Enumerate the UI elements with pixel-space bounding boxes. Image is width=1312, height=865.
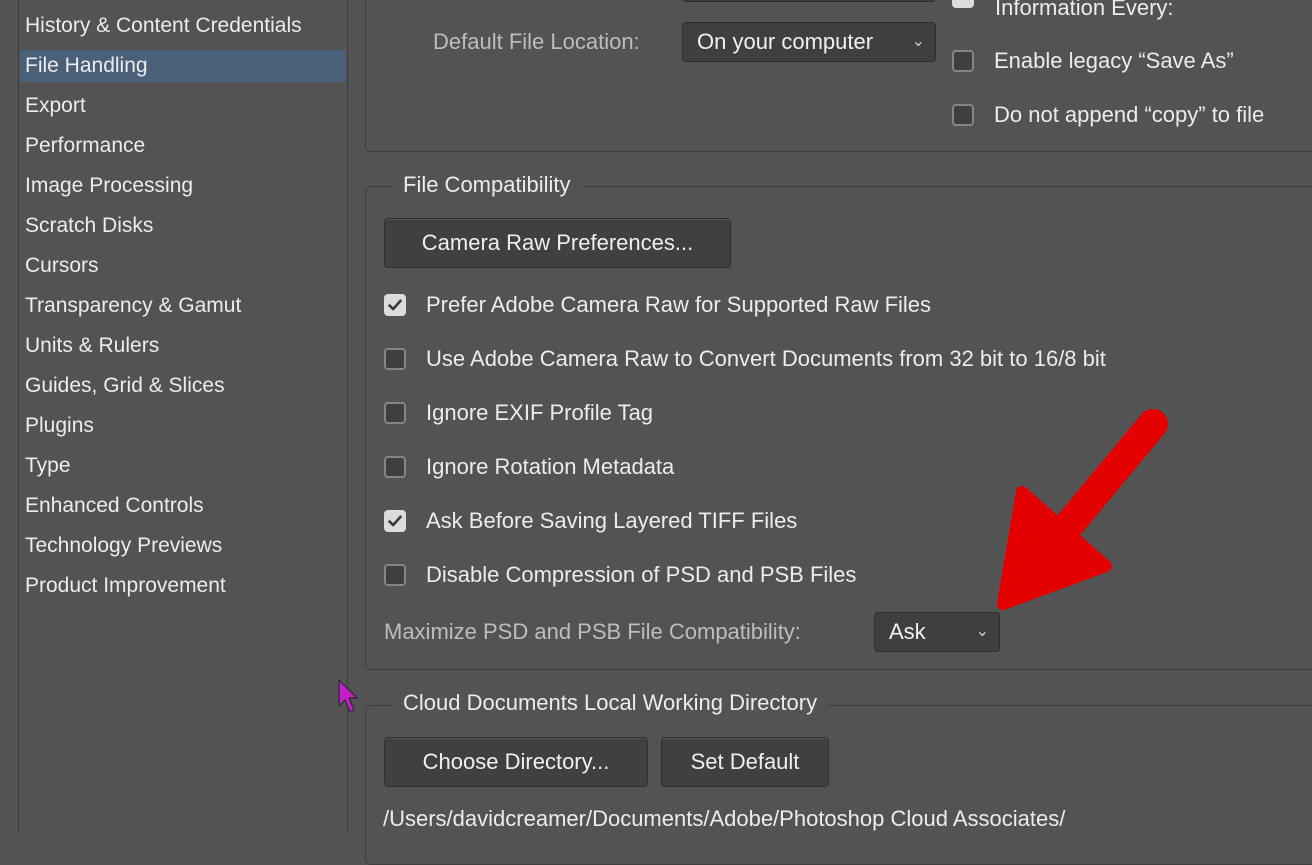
- cloud-documents-title: Cloud Documents Local Working Directory: [393, 690, 828, 716]
- cloud-directory-path: /Users/davidcreamer/Documents/Adobe/Phot…: [383, 806, 1066, 831]
- maximize-compatibility-dropdown[interactable]: Ask ⌄: [874, 612, 1000, 652]
- chevron-down-icon: ⌄: [975, 623, 989, 640]
- sidebar-item-guides-grid-slices[interactable]: Guides, Grid & Slices: [20, 370, 346, 402]
- no-append-copy-option[interactable]: Do not append “copy” to file: [952, 97, 1264, 133]
- sidebar-item-export[interactable]: Export: [20, 90, 346, 122]
- file-compatibility-title: File Compatibility: [393, 172, 581, 198]
- disable-psd-compression-label: Disable Compression of PSD and PSB Files: [426, 562, 857, 587]
- ignore-rotation-metadata-option[interactable]: Ignore Rotation Metadata: [384, 449, 674, 485]
- checkmark-icon: [388, 515, 402, 527]
- maximize-compatibility-label: Maximize PSD and PSB File Compatibility:: [384, 619, 801, 644]
- chevron-down-icon: ⌄: [911, 33, 925, 50]
- partial-dropdown[interactable]: [682, 0, 936, 2]
- partial-checkbox[interactable]: [952, 0, 974, 8]
- enable-legacy-save-as-option[interactable]: Enable legacy “Save As”: [952, 43, 1234, 79]
- default-file-location-dropdown[interactable]: On your computer ⌄: [682, 22, 936, 62]
- information-every-label: Information Every:: [995, 0, 1174, 20]
- checkmark-icon: [388, 299, 402, 311]
- enable-legacy-save-as-checkbox[interactable]: [952, 50, 974, 72]
- sidebar-item-product-improvement[interactable]: Product Improvement: [20, 570, 346, 602]
- sidebar-item-technology-previews[interactable]: Technology Previews: [20, 530, 346, 562]
- preferences-sidebar: History & Content Credentials File Handl…: [18, 0, 348, 834]
- sidebar-item-image-processing[interactable]: Image Processing: [20, 170, 346, 202]
- ignore-rotation-metadata-label: Ignore Rotation Metadata: [426, 454, 675, 479]
- ask-before-saving-tiff-checkbox[interactable]: [384, 510, 406, 532]
- prefer-camera-raw-checkbox[interactable]: [384, 294, 406, 316]
- choose-directory-button[interactable]: Choose Directory...: [384, 737, 648, 787]
- default-file-location-value: On your computer: [697, 29, 874, 54]
- sidebar-item-scratch-disks[interactable]: Scratch Disks: [20, 210, 346, 242]
- ignore-exif-profile-checkbox[interactable]: [384, 402, 406, 424]
- prefer-camera-raw-label: Prefer Adobe Camera Raw for Supported Ra…: [426, 292, 932, 317]
- no-append-copy-checkbox[interactable]: [952, 104, 974, 126]
- ignore-rotation-metadata-checkbox[interactable]: [384, 456, 406, 478]
- disable-psd-compression-checkbox[interactable]: [384, 564, 406, 586]
- ask-before-saving-tiff-option[interactable]: Ask Before Saving Layered TIFF Files: [384, 503, 797, 539]
- ask-before-saving-tiff-label: Ask Before Saving Layered TIFF Files: [426, 508, 798, 533]
- camera-raw-convert-32bit-option[interactable]: Use Adobe Camera Raw to Convert Document…: [384, 341, 1106, 377]
- sidebar-item-enhanced-controls[interactable]: Enhanced Controls: [20, 490, 346, 522]
- default-file-location-label: Default File Location:: [433, 29, 640, 54]
- sidebar-item-type[interactable]: Type: [20, 450, 346, 482]
- sidebar-item-plugins[interactable]: Plugins: [20, 410, 346, 442]
- sidebar-item-performance[interactable]: Performance: [20, 130, 346, 162]
- file-handling-panel: Information Every: Default File Location…: [347, 0, 1312, 865]
- sidebar-item-transparency-gamut[interactable]: Transparency & Gamut: [20, 290, 346, 322]
- set-default-button[interactable]: Set Default: [661, 737, 829, 787]
- enable-legacy-save-as-label: Enable legacy “Save As”: [994, 48, 1234, 73]
- sidebar-item-cursors[interactable]: Cursors: [20, 250, 346, 282]
- camera-raw-convert-32bit-checkbox[interactable]: [384, 348, 406, 370]
- camera-raw-preferences-button[interactable]: Camera Raw Preferences...: [384, 218, 731, 268]
- camera-raw-convert-32bit-label: Use Adobe Camera Raw to Convert Document…: [426, 346, 1106, 371]
- maximize-compatibility-value: Ask: [889, 619, 926, 644]
- ignore-exif-profile-label: Ignore EXIF Profile Tag: [426, 400, 654, 425]
- disable-psd-compression-option[interactable]: Disable Compression of PSD and PSB Files: [384, 557, 856, 593]
- sidebar-item-units-rulers[interactable]: Units & Rulers: [20, 330, 346, 362]
- ignore-exif-profile-option[interactable]: Ignore EXIF Profile Tag: [384, 395, 653, 431]
- sidebar-item-history-content-credentials[interactable]: History & Content Credentials: [20, 10, 346, 42]
- no-append-copy-label: Do not append “copy” to file: [994, 102, 1265, 127]
- sidebar-item-file-handling[interactable]: File Handling: [20, 50, 346, 82]
- prefer-camera-raw-option[interactable]: Prefer Adobe Camera Raw for Supported Ra…: [384, 287, 931, 323]
